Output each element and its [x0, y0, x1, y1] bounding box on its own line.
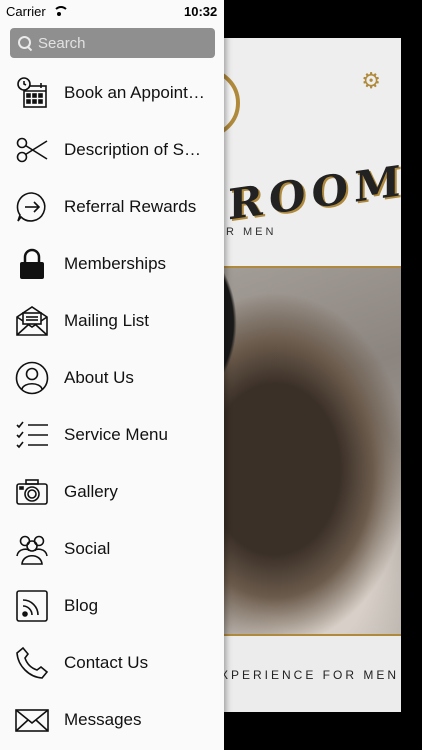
menu-item-service-menu[interactable]: Service Menu: [0, 406, 224, 463]
checklist-icon: [15, 418, 49, 452]
arrow-bubble-icon: [15, 190, 49, 224]
envelope-icon: [15, 703, 49, 737]
search-icon: [18, 36, 32, 50]
menu-item-gallery[interactable]: Gallery: [0, 463, 224, 520]
side-drawer: Carrier 10:32 Book an: [0, 0, 224, 750]
rss-icon: [15, 589, 49, 623]
person-circle-icon: [15, 361, 49, 395]
menu-item-label: Referral Rewards: [64, 196, 197, 216]
menu-item-label: Book an Appointment: [64, 82, 206, 102]
footer-tagline: XPERIENCE FOR MEN: [220, 668, 400, 682]
menu-item-messages[interactable]: Messages: [0, 691, 224, 748]
mail-open-icon: [15, 304, 49, 338]
menu-item-about-us[interactable]: About Us: [0, 349, 224, 406]
menu-item-memberships[interactable]: Memberships: [0, 235, 224, 292]
calendar-clock-icon: [15, 76, 49, 110]
menu-item-label: About Us: [64, 367, 134, 387]
brand-tagline: R MEN: [226, 226, 277, 238]
lock-icon: [15, 247, 49, 281]
brand-wordmark: ROOM: [228, 155, 401, 230]
camera-icon: [15, 475, 49, 509]
menu-item-label: Social: [64, 538, 111, 558]
search-input[interactable]: [38, 34, 198, 52]
menu-item-label: Memberships: [64, 253, 167, 273]
gear-icon[interactable]: ⚙: [361, 68, 381, 94]
menu-item-referral-rewards[interactable]: Referral Rewards: [0, 178, 224, 235]
status-bar: Carrier 10:32: [0, 0, 224, 22]
menu-item-label: Blog: [64, 595, 99, 615]
wifi-icon: [52, 6, 69, 16]
menu-item-description-of-services[interactable]: Description of Services: [0, 121, 224, 178]
carrier-label: Carrier: [6, 3, 46, 19]
menu-item-blog[interactable]: Blog: [0, 577, 224, 634]
menu-item-label: Messages: [64, 709, 142, 729]
status-time: 10:32: [184, 3, 218, 19]
people-icon: [15, 532, 49, 566]
search-bar[interactable]: [10, 28, 215, 58]
scissors-icon: [15, 133, 49, 167]
menu-item-label: Description of Services: [64, 139, 206, 159]
menu-item-label: Gallery: [64, 481, 118, 501]
drawer-menu: Book an Appointment Description of Servi…: [0, 64, 224, 748]
menu-item-label: Contact Us: [64, 652, 149, 672]
menu-item-label: Service Menu: [64, 424, 168, 444]
menu-item-contact-us[interactable]: Contact Us: [0, 634, 224, 691]
menu-item-label: Mailing List: [64, 310, 150, 330]
phone-icon: [15, 646, 49, 680]
menu-item-mailing-list[interactable]: Mailing List: [0, 292, 224, 349]
menu-item-social[interactable]: Social: [0, 520, 224, 577]
menu-item-book-appointment[interactable]: Book an Appointment: [0, 64, 224, 121]
